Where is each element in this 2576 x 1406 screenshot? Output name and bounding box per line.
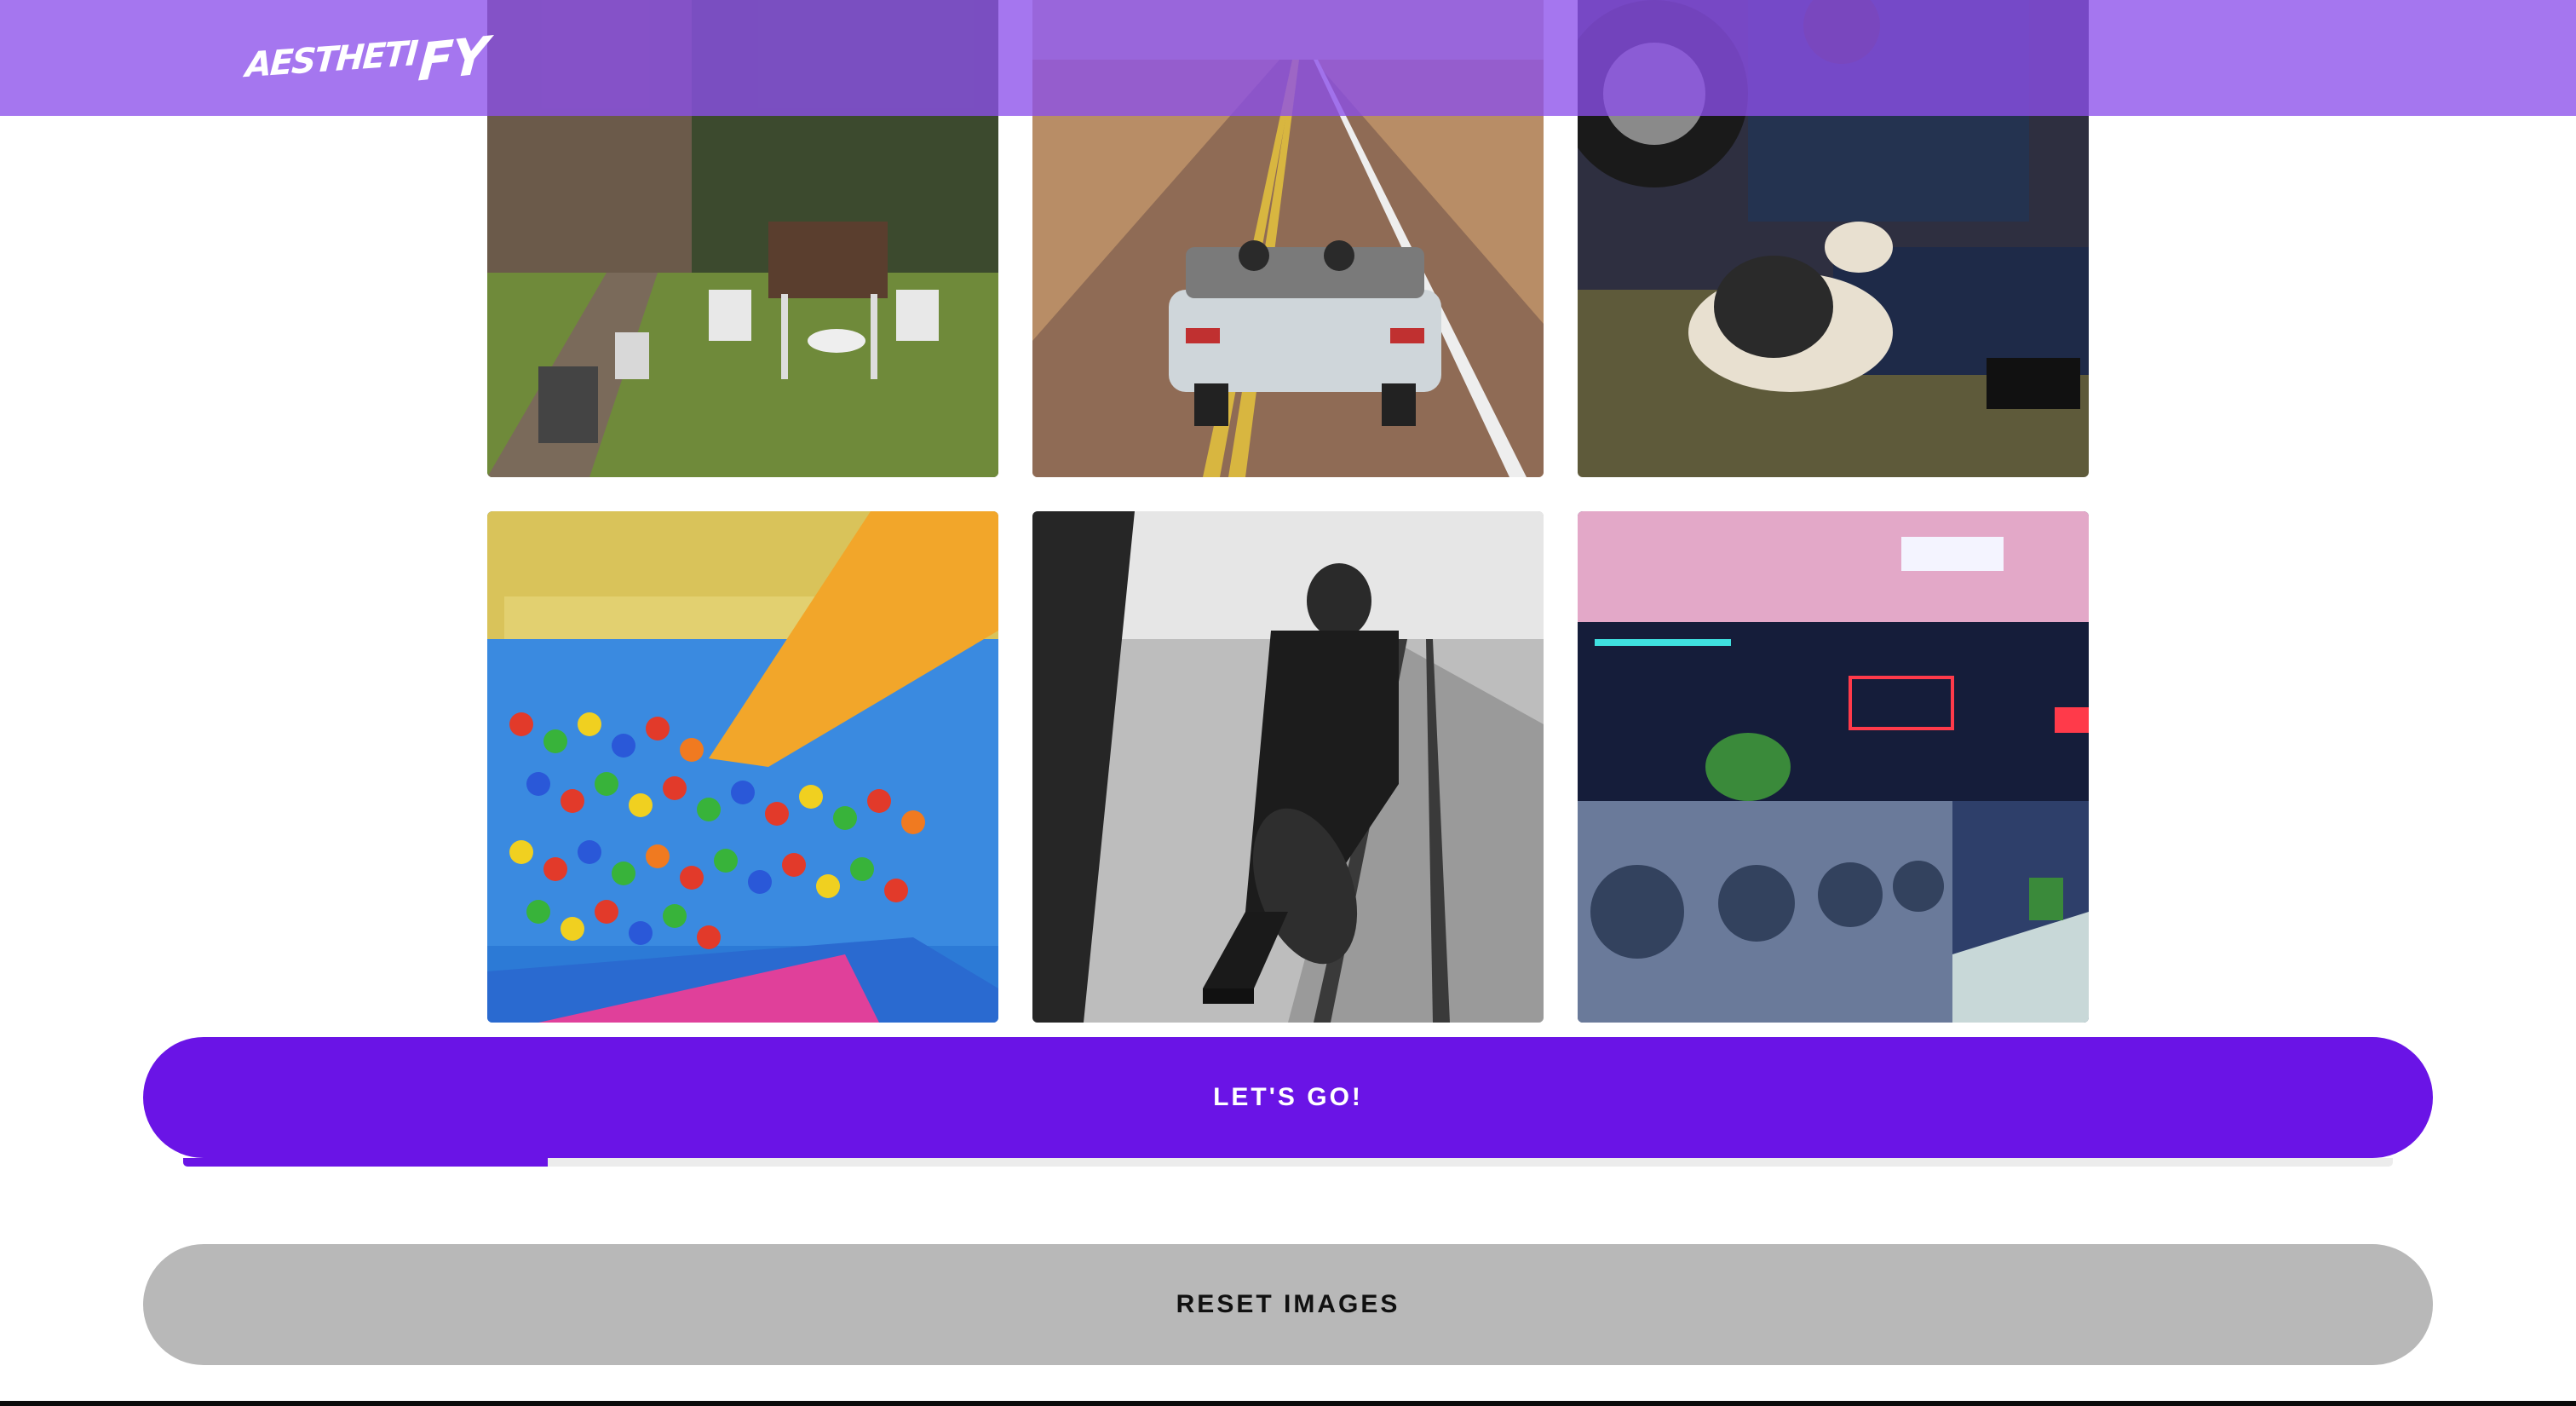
ballpit-photo — [487, 511, 998, 1023]
image-tile-ballpit[interactable] — [487, 511, 998, 1023]
image-tile-laundromat[interactable] — [1578, 511, 2089, 1023]
reset-images-button[interactable]: RESET IMAGES — [143, 1244, 2433, 1365]
bottom-edge — [0, 1401, 2576, 1406]
header-bar: AESTHETI FY — [0, 0, 2576, 116]
laundromat-photo — [1578, 511, 2089, 1023]
app-logo[interactable]: AESTHETI FY — [244, 26, 490, 94]
logo-text-big: FY — [417, 26, 490, 94]
progress-bar — [183, 1158, 2393, 1167]
image-tile-cello[interactable] — [1032, 511, 1544, 1023]
lets-go-button[interactable]: LET'S GO! — [143, 1037, 2433, 1158]
logo-text-small: AESTHETI — [244, 33, 418, 86]
cello-photo — [1032, 511, 1544, 1023]
progress-fill — [183, 1158, 548, 1167]
